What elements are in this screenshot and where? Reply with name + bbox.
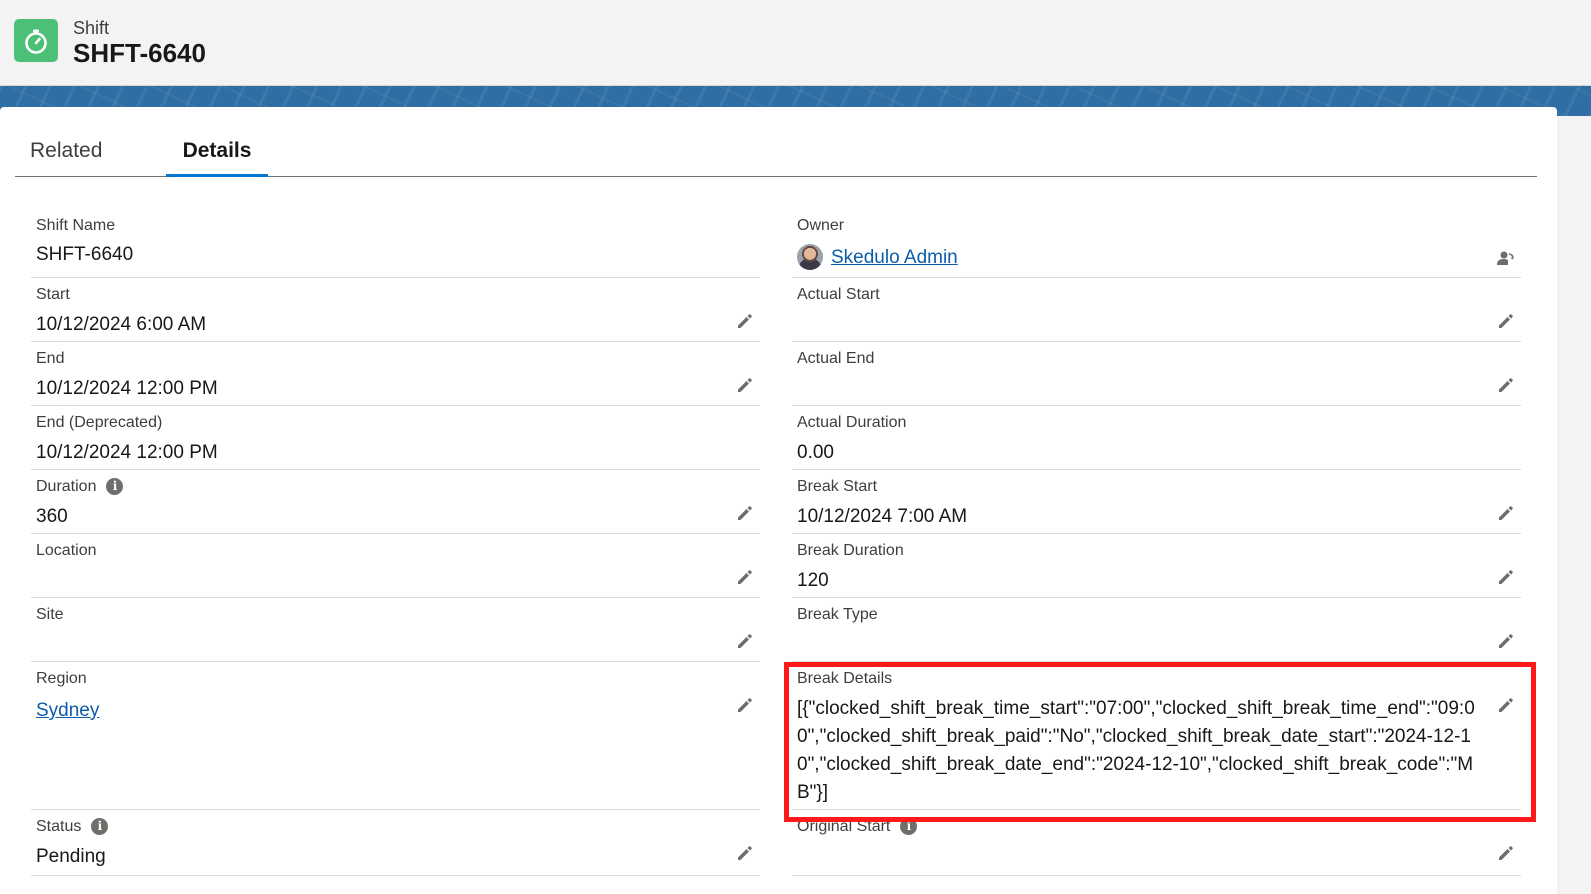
field-label: Start bbox=[36, 286, 70, 303]
field-label: Region bbox=[36, 670, 87, 687]
field-value: 10/12/2024 6:00 AM bbox=[36, 314, 207, 335]
field-break-type: Break Type bbox=[792, 598, 1521, 662]
field-value: 10/12/2024 7:00 AM bbox=[797, 506, 968, 527]
field-label: End (Deprecated) bbox=[36, 414, 163, 431]
field-value: Pending bbox=[36, 846, 106, 867]
field-duration: Duration i 360 bbox=[31, 470, 760, 534]
field-label: Duration bbox=[36, 478, 97, 495]
field-label: Site bbox=[36, 606, 64, 623]
pencil-icon[interactable] bbox=[1497, 568, 1515, 586]
record-title: SHFT-6640 bbox=[73, 38, 206, 68]
info-icon[interactable]: i bbox=[106, 478, 124, 496]
pencil-icon[interactable] bbox=[1497, 632, 1515, 650]
pencil-icon[interactable] bbox=[736, 632, 754, 650]
field-value: 10/12/2024 12:00 PM bbox=[36, 378, 218, 399]
field-region: Region Sydney bbox=[31, 662, 760, 810]
field-status: Status i Pending bbox=[31, 810, 760, 876]
owner-link[interactable]: Skedulo Admin bbox=[831, 247, 958, 269]
field-actual-end: Actual End bbox=[792, 342, 1521, 406]
pencil-icon[interactable] bbox=[736, 844, 754, 862]
field-label: Break Duration bbox=[797, 542, 904, 559]
field-start: Start 10/12/2024 6:00 AM bbox=[31, 278, 760, 342]
pencil-icon[interactable] bbox=[736, 504, 754, 522]
field-label: Location bbox=[36, 542, 97, 559]
field-value: 0.00 bbox=[797, 442, 834, 463]
field-end-deprecated: End (Deprecated) 10/12/2024 12:00 PM bbox=[31, 406, 760, 470]
avatar bbox=[797, 244, 823, 270]
field-label: End bbox=[36, 350, 65, 367]
field-shift-name: Shift Name SHFT-6640 bbox=[31, 212, 760, 278]
field-break-start: Break Start 10/12/2024 7:00 AM bbox=[792, 470, 1521, 534]
field-label: Actual Start bbox=[797, 286, 880, 303]
field-label-row: Status i bbox=[36, 818, 109, 836]
field-break-duration: Break Duration 120 bbox=[792, 534, 1521, 598]
record-header: Shift SHFT-6640 bbox=[0, 0, 1591, 86]
tab-details[interactable]: Details bbox=[166, 139, 268, 177]
field-label: Actual Duration bbox=[797, 414, 907, 431]
field-end: End 10/12/2024 12:00 PM bbox=[31, 342, 760, 406]
region-link[interactable]: Sydney bbox=[36, 700, 99, 722]
field-location: Location bbox=[31, 534, 760, 598]
field-label-row: Duration i bbox=[36, 478, 124, 496]
pencil-icon[interactable] bbox=[1497, 376, 1515, 394]
stopwatch-icon bbox=[14, 19, 58, 62]
highlight-box bbox=[784, 662, 1536, 822]
tab-bar: Related Details bbox=[15, 135, 1537, 177]
field-label: Actual End bbox=[797, 350, 875, 367]
tab-related[interactable]: Related bbox=[30, 139, 102, 163]
field-label: Break Type bbox=[797, 606, 878, 623]
pencil-icon[interactable] bbox=[1497, 504, 1515, 522]
field-label: Shift Name bbox=[36, 217, 116, 234]
field-label: Owner bbox=[797, 217, 845, 234]
change-owner-icon[interactable] bbox=[1495, 248, 1515, 268]
field-site: Site bbox=[31, 598, 760, 662]
field-actual-start: Actual Start bbox=[792, 278, 1521, 342]
field-label: Break Start bbox=[797, 478, 878, 495]
object-type-label: Shift bbox=[73, 18, 110, 38]
field-owner: Owner Skedulo Admin bbox=[792, 212, 1521, 278]
field-value: 360 bbox=[36, 506, 68, 527]
field-value: 10/12/2024 12:00 PM bbox=[36, 442, 218, 463]
pencil-icon[interactable] bbox=[736, 312, 754, 330]
field-value: SHFT-6640 bbox=[36, 244, 134, 265]
pencil-icon[interactable] bbox=[1497, 844, 1515, 862]
field-label: Status bbox=[36, 818, 82, 835]
pencil-icon[interactable] bbox=[736, 696, 754, 714]
field-value: 120 bbox=[797, 570, 829, 591]
pencil-icon[interactable] bbox=[1497, 312, 1515, 330]
pencil-icon[interactable] bbox=[736, 376, 754, 394]
pencil-icon[interactable] bbox=[736, 568, 754, 586]
field-actual-duration: Actual Duration 0.00 bbox=[792, 406, 1521, 470]
info-icon[interactable]: i bbox=[91, 818, 109, 836]
